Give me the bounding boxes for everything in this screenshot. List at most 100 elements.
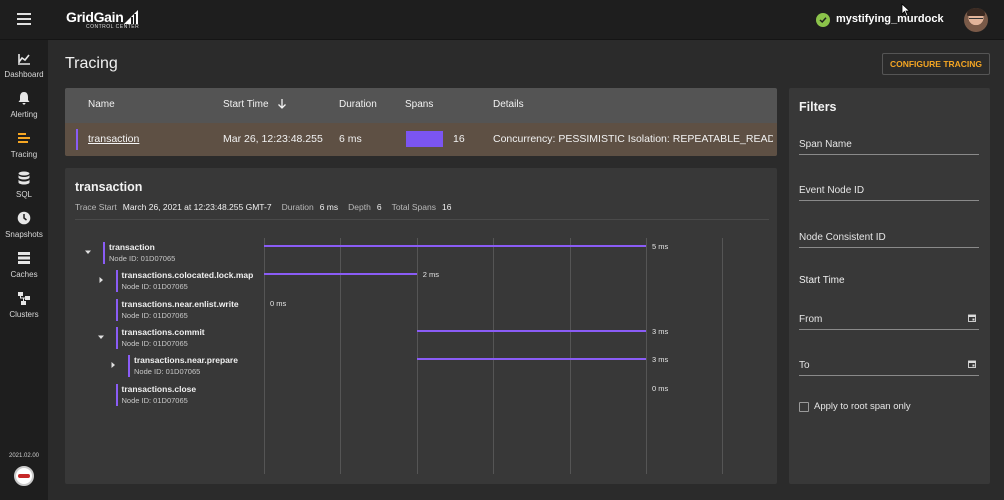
from-date-input[interactable]: [799, 310, 979, 330]
version-label: 2021.02.00: [8, 453, 40, 459]
sidebar-item-snapshots[interactable]: Snapshots: [0, 211, 48, 249]
sidebar-item-tracing[interactable]: Tracing: [0, 131, 48, 169]
caret-right-icon[interactable]: [109, 361, 117, 369]
column-header-name[interactable]: Name: [88, 99, 115, 110]
span-level-marker: [103, 242, 105, 264]
column-header-details[interactable]: Details: [493, 99, 524, 110]
status-ok-icon: [816, 13, 830, 27]
calendar-icon[interactable]: [968, 360, 976, 368]
span-name[interactable]: transactions.colocated.lock.map: [122, 270, 254, 280]
span-row[interactable]: transactions.near.prepare Node ID: 01D070…: [65, 353, 777, 381]
trace-meta: Trace Start March 26, 2021 at 12:23:48.25…: [75, 202, 461, 212]
caret-right-icon[interactable]: [97, 276, 105, 284]
column-header-spans[interactable]: Spans: [405, 99, 433, 110]
duration-label: Duration: [281, 202, 314, 212]
span-duration-label: 3 ms: [652, 355, 669, 365]
depth-value: 6: [376, 202, 382, 212]
bell-icon: [18, 92, 30, 105]
sidebar-item-label: Tracing: [10, 150, 38, 159]
database-icon: [18, 171, 30, 185]
dashboard-icon: [18, 54, 30, 65]
span-duration-label: 5 ms: [652, 242, 669, 251]
sidebar-item-caches[interactable]: Caches: [0, 251, 48, 289]
trace-name-link[interactable]: transaction: [88, 133, 139, 145]
avatar[interactable]: [964, 8, 988, 32]
column-header-start-time[interactable]: Start Time: [223, 99, 269, 110]
span-name[interactable]: transactions.close: [122, 384, 197, 394]
span-duration-bar: [264, 245, 646, 247]
sidebar-item-dashboard[interactable]: Dashboard: [0, 51, 48, 89]
spans-bar: [406, 131, 443, 147]
span-name-input[interactable]: [799, 135, 979, 155]
trace-details: Concurrency: PESSIMISTIC Isolation: REPE…: [493, 133, 773, 145]
total-spans-value: 16: [441, 202, 452, 212]
filters-panel: Filters Start Time Apply to root span on…: [789, 88, 990, 484]
span-name[interactable]: transactions.commit: [122, 327, 205, 337]
caret-down-icon[interactable]: [97, 333, 105, 341]
column-header-duration[interactable]: Duration: [339, 99, 377, 110]
span-row[interactable]: transactions.near.enlist.write Node ID: 0…: [65, 297, 777, 325]
caret-down-icon[interactable]: [84, 248, 92, 256]
span-level-marker: [128, 355, 130, 378]
root-span-only-checkbox[interactable]: [799, 402, 809, 412]
tracing-icon: [18, 133, 30, 143]
duration-value: 6 ms: [319, 202, 339, 212]
span-row[interactable]: transaction Node ID: 01D07065 5 ms: [65, 240, 777, 268]
sort-descending-icon[interactable]: [277, 98, 287, 110]
span-node-id: Node ID: 01D07065: [121, 282, 188, 292]
span-duration-label: 2 ms: [422, 270, 440, 280]
trace-detail-panel: transaction Trace Start March 26, 2021 at…: [65, 168, 777, 484]
total-spans-label: Total Spans: [391, 202, 436, 212]
sidebar-item-label: Snapshots: [5, 230, 43, 239]
user-name[interactable]: mystifying_murdock: [836, 13, 944, 25]
span-duration-bar: [264, 273, 417, 276]
start-time-label: Start Time: [799, 275, 845, 286]
span-duration-label: 0 ms: [270, 298, 287, 308]
trace-span-count: 16: [453, 133, 465, 145]
span-row[interactable]: transactions.colocated.lock.map Node ID: …: [65, 268, 777, 296]
sidebar-item-label: SQL: [15, 190, 32, 199]
span-row[interactable]: transactions.commit Node ID: 01D07065 3 ms: [65, 325, 777, 353]
depth-label: Depth: [348, 202, 371, 212]
clock-icon: [17, 211, 31, 225]
configure-tracing-button[interactable]: CONFIGURE TRACING: [882, 53, 990, 75]
trace-start-value: March 26, 2021 at 12:23:48.255 GMT-7: [122, 202, 272, 212]
span-level-marker: [115, 270, 118, 293]
sidebar-item-label: Alerting: [10, 110, 38, 119]
selected-row-marker: [76, 129, 78, 150]
top-bar: GridGain CONTROL CENTER mystifying_murdo…: [0, 0, 1004, 40]
table-row[interactable]: transaction Mar 26, 12:23:48.255 6 ms 16…: [65, 123, 777, 156]
span-duration-bar: [416, 358, 646, 361]
to-date-input[interactable]: [799, 356, 979, 376]
sidebar-item-alerting[interactable]: Alerting: [0, 91, 48, 129]
filters-title: Filters: [799, 100, 837, 114]
trace-duration: 6 ms: [339, 133, 362, 145]
span-duration-bar: [416, 329, 646, 332]
span-node-id: Node ID: 01D07065: [121, 338, 188, 348]
menu-icon[interactable]: [17, 13, 31, 25]
calendar-icon[interactable]: [968, 314, 976, 322]
sidebar-item-sql[interactable]: SQL: [0, 171, 48, 209]
span-name[interactable]: transaction: [109, 242, 155, 252]
trace-start-time: Mar 26, 12:23:48.255: [223, 133, 323, 145]
event-node-id-input[interactable]: [799, 181, 979, 201]
brand-badge-icon: [14, 466, 34, 486]
gridgain-logo[interactable]: GridGain CONTROL CENTER: [66, 8, 146, 32]
span-name[interactable]: transactions.near.enlist.write: [122, 299, 239, 309]
logo-mark-icon: [124, 10, 138, 24]
sidebar-item-clusters[interactable]: Clusters: [0, 291, 48, 329]
span-duration-label: 0 ms: [652, 383, 669, 393]
traces-table: Name Start Time Duration Spans Details t…: [65, 88, 777, 156]
span-row[interactable]: transactions.close Node ID: 01D07065 0 ms: [65, 382, 777, 410]
node-consistent-id-input[interactable]: [799, 228, 979, 248]
span-level-marker: [115, 298, 118, 321]
root-span-only-label: Apply to root span only: [814, 401, 911, 412]
logo-text: GridGain: [66, 9, 124, 25]
clusters-icon: [18, 292, 30, 305]
sidebar-item-label: Clusters: [9, 310, 39, 319]
sidebar: Dashboard Alerting Tracing SQL Snapshots…: [0, 40, 48, 500]
span-name[interactable]: transactions.near.prepare: [134, 355, 238, 365]
sidebar-item-label: Caches: [10, 270, 38, 279]
span-level-marker: [115, 326, 118, 349]
logo-subtitle: CONTROL CENTER: [86, 24, 140, 30]
